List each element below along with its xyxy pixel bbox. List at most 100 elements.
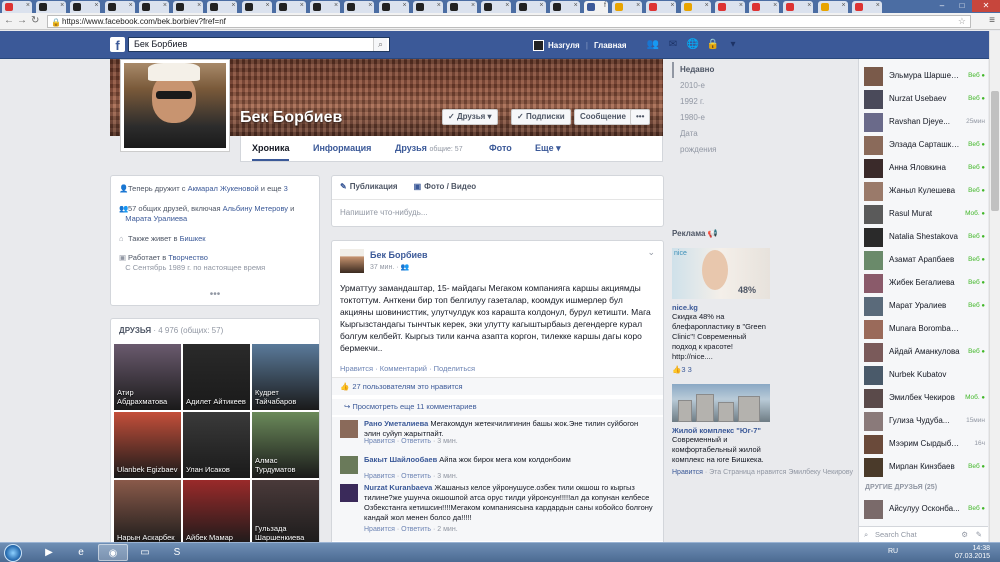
year-link[interactable]: 1980-е: [672, 110, 732, 126]
browser-tab[interactable]: ×: [104, 1, 135, 13]
browser-tab[interactable]: ×: [749, 1, 780, 13]
chevron-down-icon[interactable]: ⌄: [647, 247, 655, 258]
friend-thumbnail[interactable]: Кудрет Тайчабаров: [252, 344, 319, 410]
internet-explorer-icon[interactable]: e: [66, 544, 96, 561]
year-link[interactable]: Дата рождения: [672, 126, 732, 154]
status-tab[interactable]: ✎ Публикация: [340, 182, 406, 191]
system-clock[interactable]: 14:38 07.03.2015: [955, 545, 990, 561]
more-options-button[interactable]: •••: [630, 109, 651, 125]
chat-contact[interactable]: Анна Яловкина Веб: [859, 156, 988, 179]
composer-input[interactable]: Напишите что-нибудь...: [340, 208, 428, 217]
friend-thumbnail[interactable]: Нарын Аскарбек: [114, 480, 181, 546]
chat-contact[interactable]: Rasul Murat Моб.: [859, 202, 988, 225]
chat-contact[interactable]: Эмилбек Чекиров Моб.: [859, 386, 988, 409]
browser-tab[interactable]: ×: [36, 1, 67, 13]
likes-link[interactable]: 27 пользователям это нравится: [352, 382, 462, 391]
ad-stats[interactable]: 👍3 3: [672, 365, 854, 374]
browser-tab[interactable]: ×: [2, 1, 32, 13]
friend-thumbnail[interactable]: Адилет Айтикеев: [183, 344, 250, 410]
tab-more[interactable]: Еще ▾: [535, 136, 561, 161]
friend-name[interactable]: Алмас Турдуматов: [255, 456, 319, 474]
photo-video-tab[interactable]: ▣ Фото / Видео: [414, 182, 485, 191]
post-actions[interactable]: Нравится · Комментарий · Поделиться: [340, 364, 475, 373]
ads-header[interactable]: Реклама 📢: [672, 229, 854, 238]
comment-like-link[interactable]: Нравится: [364, 473, 395, 480]
comment-reply-link[interactable]: Ответить: [401, 526, 431, 533]
chat-contact[interactable]: Жаныл Кулешева Веб: [859, 179, 988, 202]
browser-tab[interactable]: ×: [310, 1, 341, 13]
browser-tab[interactable]: ×: [783, 1, 814, 13]
friend-requests-icon[interactable]: 👥: [646, 39, 660, 51]
facebook-logo-icon[interactable]: f: [110, 37, 125, 53]
reload-icon[interactable]: ↻: [31, 15, 39, 27]
avatar[interactable]: [340, 456, 358, 474]
avatar[interactable]: [340, 484, 358, 502]
friend-name[interactable]: Атир Абдрахматова: [117, 388, 181, 406]
friend-name[interactable]: Адилет Айтикеев: [186, 397, 246, 406]
back-icon[interactable]: ←: [4, 15, 14, 27]
maximize-icon[interactable]: □: [952, 0, 972, 12]
year-link[interactable]: Недавно: [672, 62, 732, 78]
browser-tab-active[interactable]: f: [583, 1, 608, 13]
notifications-icon[interactable]: 🌐: [686, 39, 700, 51]
fb-search-input[interactable]: Бек Борбиев ⌕: [128, 37, 390, 52]
friend-thumbnail[interactable]: Атир Абдрахматова: [114, 344, 181, 410]
tab-info[interactable]: Информация: [313, 136, 371, 161]
friend-name[interactable]: Кудрет Тайчабаров: [255, 388, 319, 406]
browser-tab[interactable]: ×: [207, 1, 238, 13]
city-link[interactable]: Бишкек: [180, 234, 206, 243]
chat-contact[interactable]: Марат Уралиев Веб: [859, 294, 988, 317]
minimize-icon[interactable]: –: [932, 0, 952, 12]
comment-like-link[interactable]: Нравится: [364, 526, 395, 533]
profile-name[interactable]: Бек Борбиев: [240, 109, 342, 127]
browser-tab[interactable]: ×: [549, 1, 580, 13]
mutual-friend-link[interactable]: Марата Уралиева: [125, 214, 187, 223]
chat-contact[interactable]: Эльмура Шаршеева Веб: [859, 64, 988, 87]
browser-tab[interactable]: ×: [412, 1, 443, 13]
browser-tab[interactable]: ×: [378, 1, 409, 13]
browser-tab[interactable]: ×: [344, 1, 375, 13]
chat-search-input[interactable]: ⌕ Search Chat ⚙ ✎: [858, 526, 988, 542]
ad-title[interactable]: nice.kg: [672, 303, 854, 312]
chat-contact[interactable]: Айсулуу Осконба... Веб: [859, 497, 988, 520]
chat-contact[interactable]: Munara Borombaeva: [859, 317, 988, 340]
ad-description[interactable]: Скидка 48% на блефаропластику в "Green C…: [672, 312, 770, 362]
chat-contact[interactable]: Айдай Аманкулова Веб: [859, 340, 988, 363]
close-icon[interactable]: ✕: [972, 0, 1000, 12]
tab-friends[interactable]: Друзья общие: 57: [395, 136, 463, 161]
comment-reply-link[interactable]: Ответить: [401, 473, 431, 480]
chat-contact[interactable]: Natalia Shestakova Веб: [859, 225, 988, 248]
friend-thumbnail[interactable]: Гульзада Шаршенкиева: [252, 480, 319, 546]
language-indicator[interactable]: RU: [888, 548, 898, 555]
work-link[interactable]: Творчество: [168, 253, 208, 262]
browser-tab[interactable]: ×: [714, 1, 745, 13]
browser-tab[interactable]: ×: [275, 1, 306, 13]
ad-image[interactable]: nice 48%: [672, 248, 770, 299]
chrome-icon[interactable]: ◉: [98, 544, 128, 561]
url-field[interactable]: 🔒 https://www.facebook.com/bek.borbiev?f…: [47, 15, 971, 28]
friend-thumbnail[interactable]: Улан Исаков: [183, 412, 250, 478]
chat-contact[interactable]: Nurzat Usebaev Веб: [859, 87, 988, 110]
message-button[interactable]: Сообщение: [574, 109, 632, 125]
profile-picture[interactable]: [120, 59, 230, 152]
forward-icon[interactable]: →: [17, 15, 27, 27]
search-icon[interactable]: ⌕: [373, 38, 387, 51]
pencil-icon[interactable]: ✎: [976, 527, 982, 542]
tab-photos[interactable]: Фото: [489, 136, 512, 161]
ad-like-link[interactable]: Нравится: [672, 469, 703, 476]
skype-icon[interactable]: S: [162, 544, 192, 561]
friend-name[interactable]: Улан Исаков: [186, 465, 230, 474]
browser-tab[interactable]: ×: [851, 1, 882, 13]
avatar[interactable]: [340, 249, 364, 273]
friend-thumbnail[interactable]: Алмас Турдуматов: [252, 412, 319, 478]
media-player-icon[interactable]: ▶: [34, 544, 64, 561]
friends-header[interactable]: ДРУЗЬЯ · 4 976 (общих: 57): [119, 326, 223, 335]
comment-author[interactable]: Бакыт Шайлообаев: [364, 455, 437, 464]
post-author[interactable]: Бек Борбиев: [370, 250, 428, 260]
ad-description[interactable]: Современный и комфортабельный жилой комп…: [672, 435, 770, 465]
comment-author[interactable]: Рано Уметалиева: [364, 419, 428, 428]
browser-tab[interactable]: ×: [241, 1, 272, 13]
tab-timeline[interactable]: Хроника: [252, 136, 290, 161]
browser-tab[interactable]: ×: [817, 1, 848, 13]
home-link[interactable]: Главная: [594, 41, 627, 50]
